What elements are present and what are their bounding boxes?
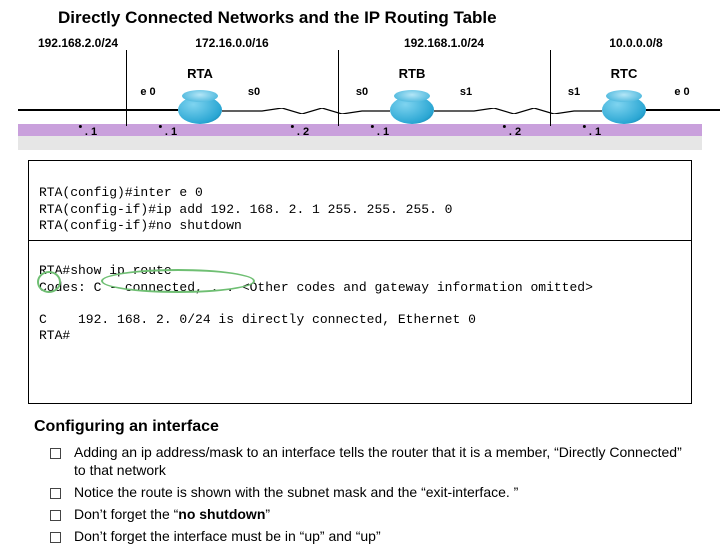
topology-diagram: 192.168.2.0/24 172.16.0.0/16 192.168.1.0…	[18, 34, 702, 154]
list-item: Don’t forget the “no shutdown”	[50, 504, 692, 526]
bullet-text: Notice the route is shown with the subne…	[74, 484, 518, 500]
cli-line: RTA(config)#inter e 0	[39, 185, 203, 200]
divider	[550, 50, 551, 126]
highlight-circle-icon	[37, 271, 61, 293]
bullet-text-bold: no shutdown	[178, 506, 265, 522]
topbar-grey	[18, 136, 702, 150]
bullet-text: ”	[265, 506, 270, 522]
list-item: Adding an ip address/mask to an interfac…	[50, 442, 692, 482]
host-ip: . 1	[583, 126, 601, 138]
host-ip: . 2	[291, 126, 309, 138]
bullet-text: Adding an ip address/mask to an interfac…	[74, 444, 682, 478]
link-line	[646, 109, 720, 111]
list-item: Notice the route is shown with the subne…	[50, 482, 692, 504]
if-label: s0	[356, 86, 368, 98]
serial-link-icon	[434, 108, 602, 114]
divider	[126, 50, 127, 126]
host-ip: . 2	[503, 126, 521, 138]
if-label: s0	[248, 86, 260, 98]
bullet-list: Adding an ip address/mask to an interfac…	[50, 442, 692, 548]
bullet-text: Don’t forget the interface must be in “u…	[74, 528, 381, 544]
divider	[29, 240, 691, 241]
list-item: Don’t forget the interface must be in “u…	[50, 526, 692, 548]
net-label: 192.168.1.0/24	[404, 36, 484, 50]
host-ip: . 1	[79, 126, 97, 138]
cli-line: C 192. 168. 2. 0/24 is directly connecte…	[39, 312, 476, 327]
net-label: 10.0.0.0/8	[609, 36, 662, 50]
if-label: e 0	[140, 86, 155, 98]
cli-line: RTA(config-if)#ip add 192. 168. 2. 1 255…	[39, 202, 452, 217]
router-icon	[178, 96, 222, 124]
cli-line: RTA#	[39, 328, 70, 343]
page-title: Directly Connected Networks and the IP R…	[58, 8, 692, 28]
highlight-circle-icon	[101, 269, 255, 293]
host-ip: . 1	[371, 126, 389, 138]
if-label: s1	[568, 86, 580, 98]
net-label: 172.16.0.0/16	[195, 36, 268, 50]
if-label: e 0	[674, 86, 689, 98]
if-label: s1	[460, 86, 472, 98]
router-icon	[390, 96, 434, 124]
router-label: RTB	[399, 66, 426, 81]
slide: Directly Connected Networks and the IP R…	[0, 0, 720, 540]
divider	[338, 50, 339, 126]
net-label: 192.168.2.0/24	[38, 36, 118, 50]
terminal-output: RTA(config)#inter e 0 RTA(config-if)#ip …	[28, 160, 692, 404]
router-label: RTC	[611, 66, 638, 81]
host-ip: . 1	[159, 126, 177, 138]
router-icon	[602, 96, 646, 124]
serial-link-icon	[222, 108, 390, 114]
section-subheading: Configuring an interface	[34, 418, 692, 436]
bullet-text: Don’t forget the “	[74, 506, 178, 522]
router-label: RTA	[187, 66, 213, 81]
link-line	[18, 109, 178, 111]
cli-line: RTA(config-if)#no shutdown	[39, 218, 242, 233]
